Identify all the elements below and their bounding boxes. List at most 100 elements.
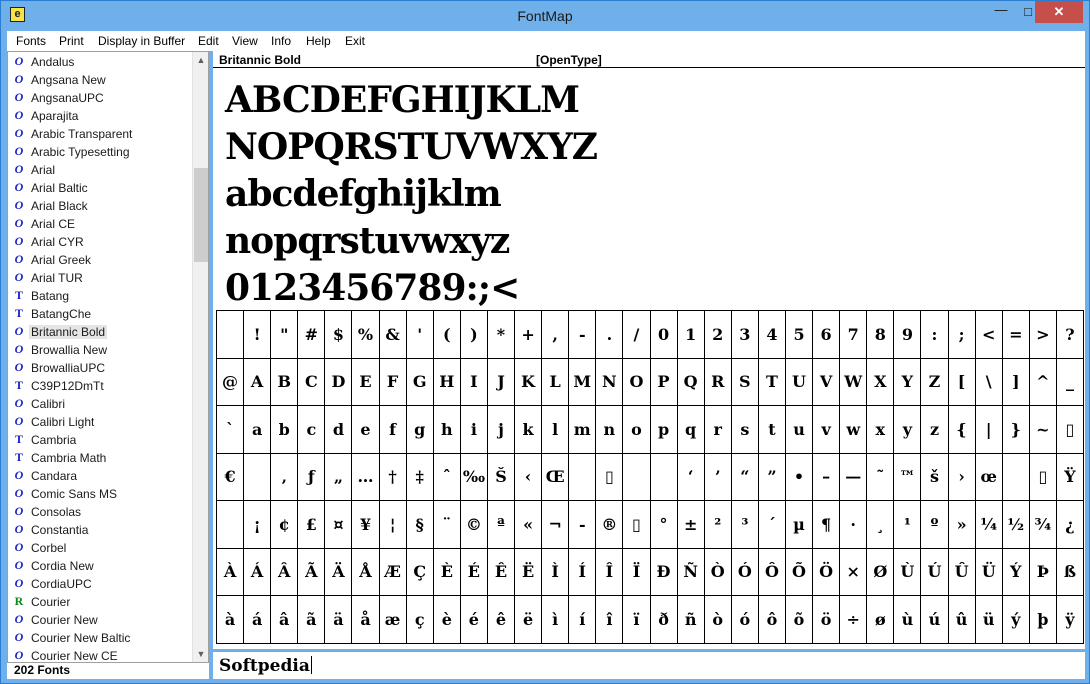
glyph-cell[interactable]: Ù bbox=[894, 548, 922, 596]
glyph-cell[interactable]: ç bbox=[406, 596, 434, 644]
glyph-cell[interactable]: £ bbox=[298, 501, 326, 549]
glyph-cell[interactable]: | bbox=[975, 406, 1003, 454]
font-list-item[interactable]: O Arial CE bbox=[8, 215, 192, 233]
font-list-item[interactable]: O Andalus bbox=[8, 53, 192, 71]
glyph-cell[interactable]: ¸ bbox=[867, 501, 895, 549]
glyph-cell[interactable]: Ø bbox=[867, 548, 895, 596]
glyph-cell[interactable]: · bbox=[840, 501, 868, 549]
font-list-item[interactable]: O Calibri Light bbox=[8, 413, 192, 431]
glyph-cell[interactable]: l bbox=[542, 406, 570, 454]
glyph-cell[interactable]: ü bbox=[975, 596, 1003, 644]
glyph-cell[interactable]: ™ bbox=[894, 453, 922, 501]
glyph-cell[interactable]: … bbox=[352, 453, 380, 501]
glyph-cell[interactable]: y bbox=[894, 406, 922, 454]
glyph-cell[interactable]: 2 bbox=[704, 311, 732, 359]
glyph-cell[interactable]: u bbox=[785, 406, 814, 454]
glyph-cell[interactable]: ‡ bbox=[406, 453, 434, 501]
glyph-cell[interactable]: Ô bbox=[758, 548, 786, 596]
font-list-item[interactable]: O Arial bbox=[8, 161, 192, 179]
glyph-cell[interactable]: ã bbox=[298, 596, 326, 644]
glyph-cell[interactable]: " bbox=[271, 311, 299, 359]
glyph-cell[interactable]: ¦ bbox=[379, 501, 407, 549]
menu-edit[interactable]: Edit bbox=[198, 34, 219, 48]
glyph-cell[interactable]: Ê bbox=[487, 548, 516, 596]
glyph-cell[interactable]: • bbox=[785, 453, 814, 501]
font-list-item[interactable]: O Arial Greek bbox=[8, 251, 192, 269]
glyph-cell[interactable]: ▯ bbox=[596, 453, 624, 501]
close-button[interactable]: ✕ bbox=[1035, 1, 1083, 23]
glyph-cell[interactable]: š bbox=[921, 453, 949, 501]
glyph-cell[interactable]: ‰ bbox=[460, 453, 488, 501]
glyph-cell[interactable]: R bbox=[704, 358, 732, 406]
glyph-cell[interactable]: ¾ bbox=[1029, 501, 1057, 549]
glyph-cell[interactable]: [ bbox=[948, 358, 976, 406]
glyph-cell[interactable]: , bbox=[542, 311, 570, 359]
glyph-cell[interactable]: ÿ bbox=[1056, 596, 1084, 644]
glyph-cell[interactable]: . bbox=[596, 311, 624, 359]
glyph-cell[interactable]: I bbox=[460, 358, 488, 406]
glyph-cell[interactable]: § bbox=[406, 501, 434, 549]
glyph-cell[interactable]: ² bbox=[704, 501, 732, 549]
font-list-item[interactable]: O Britannic Bold bbox=[8, 323, 192, 341]
title-bar[interactable]: e FontMap — □ ✕ bbox=[1, 1, 1089, 31]
glyph-cell[interactable]: 4 bbox=[758, 311, 786, 359]
glyph-cell[interactable]: Ñ bbox=[677, 548, 705, 596]
glyph-cell[interactable]: ú bbox=[921, 596, 949, 644]
glyph-cell[interactable] bbox=[217, 311, 245, 359]
glyph-cell[interactable]: k bbox=[515, 406, 543, 454]
glyph-cell[interactable]: ´ bbox=[758, 501, 786, 549]
font-list-item[interactable]: T BatangChe bbox=[8, 305, 192, 323]
glyph-cell[interactable]: Û bbox=[948, 548, 976, 596]
glyph-cell[interactable]: õ bbox=[785, 596, 814, 644]
glyph-cell[interactable]: ‚ bbox=[271, 453, 299, 501]
glyph-cell[interactable]: º bbox=[921, 501, 949, 549]
glyph-cell[interactable]: L bbox=[542, 358, 570, 406]
font-list-item[interactable]: O Courier New bbox=[8, 611, 192, 629]
glyph-cell[interactable]: ▯ bbox=[623, 501, 651, 549]
glyph-cell[interactable]: ø bbox=[867, 596, 895, 644]
glyph-cell[interactable]: É bbox=[460, 548, 488, 596]
glyph-cell[interactable]: U bbox=[785, 358, 814, 406]
glyph-cell[interactable]: j bbox=[487, 406, 516, 454]
glyph-cell[interactable]: n bbox=[596, 406, 624, 454]
glyph-cell[interactable]: Ï bbox=[623, 548, 651, 596]
glyph-cell[interactable]: q bbox=[677, 406, 705, 454]
glyph-cell[interactable]: r bbox=[704, 406, 732, 454]
text-input-bar[interactable]: Softpedia bbox=[213, 651, 1085, 679]
glyph-cell[interactable]: C bbox=[298, 358, 326, 406]
font-list-item[interactable]: T C39P12DmTt bbox=[8, 377, 192, 395]
glyph-cell[interactable]: e bbox=[352, 406, 380, 454]
glyph-cell[interactable]: Ÿ bbox=[1056, 453, 1084, 501]
glyph-cell[interactable]: ˆ bbox=[433, 453, 461, 501]
glyph-cell[interactable]: ^ bbox=[1029, 358, 1057, 406]
menu-view[interactable]: View bbox=[232, 34, 258, 48]
glyph-cell[interactable]: è bbox=[433, 596, 461, 644]
glyph-cell[interactable]: µ bbox=[785, 501, 814, 549]
font-list-item[interactable]: O Courier New CE bbox=[8, 647, 192, 662]
glyph-cell[interactable]: = bbox=[1002, 311, 1030, 359]
glyph-cell[interactable]: < bbox=[975, 311, 1003, 359]
glyph-cell[interactable]: ¡ bbox=[244, 501, 272, 549]
font-list-item[interactable]: O Calibri bbox=[8, 395, 192, 413]
glyph-cell[interactable]: ’ bbox=[704, 453, 732, 501]
glyph-cell[interactable]: – bbox=[813, 453, 841, 501]
glyph-cell[interactable]: × bbox=[840, 548, 868, 596]
glyph-cell[interactable]: : bbox=[921, 311, 949, 359]
glyph-cell[interactable]: ì bbox=[542, 596, 570, 644]
glyph-cell[interactable]: Ä bbox=[325, 548, 353, 596]
glyph-cell[interactable]: ] bbox=[1002, 358, 1030, 406]
glyph-cell[interactable]: È bbox=[433, 548, 461, 596]
glyph-cell[interactable] bbox=[244, 453, 272, 501]
font-list-item[interactable]: O Comic Sans MS bbox=[8, 485, 192, 503]
glyph-cell[interactable]: ° bbox=[650, 501, 678, 549]
glyph-cell[interactable]: S bbox=[731, 358, 759, 406]
glyph-cell[interactable]: ¶ bbox=[813, 501, 841, 549]
glyph-cell[interactable]: G bbox=[406, 358, 434, 406]
glyph-cell[interactable]: } bbox=[1002, 406, 1030, 454]
glyph-cell[interactable]: › bbox=[948, 453, 976, 501]
glyph-cell[interactable]: „ bbox=[325, 453, 353, 501]
font-list-item[interactable]: O Arial Baltic bbox=[8, 179, 192, 197]
glyph-cell[interactable]: Á bbox=[244, 548, 272, 596]
glyph-cell[interactable]: ¥ bbox=[352, 501, 380, 549]
glyph-cell[interactable]: f bbox=[379, 406, 407, 454]
